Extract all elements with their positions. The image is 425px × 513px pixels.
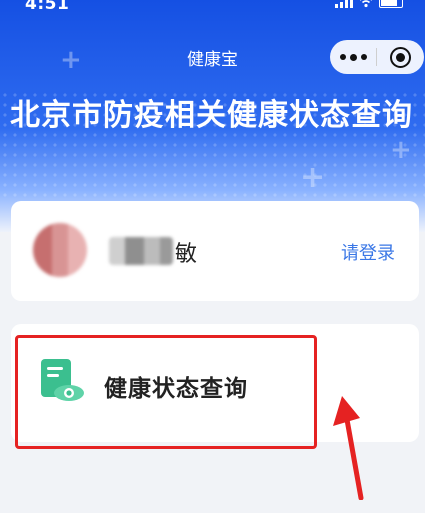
signal-icon (335, 0, 353, 8)
header-banner: + + + 4:51 健康宝 北京市防疫相关健康状态查询 (0, 0, 425, 232)
plus-decoration-icon: + (300, 160, 326, 195)
more-dots-icon[interactable] (330, 40, 376, 74)
battery-icon (379, 0, 403, 8)
user-name-visible-char: 敏 (175, 242, 198, 267)
user-name-blurred (109, 237, 173, 265)
status-icons (335, 0, 403, 8)
close-target-icon[interactable] (377, 40, 423, 74)
user-card[interactable]: 敏 请登录 (11, 201, 419, 301)
login-link[interactable]: 请登录 (341, 239, 395, 265)
status-bar: 4:51 (0, 0, 425, 14)
annotation-highlight-box (15, 335, 317, 449)
annotation-arrow-icon (320, 390, 380, 501)
mini-program-capsule (330, 40, 424, 74)
status-time: 4:51 (25, 0, 70, 14)
plus-decoration-icon: + (390, 135, 412, 165)
wifi-icon (359, 0, 373, 8)
avatar (33, 223, 87, 277)
page-title: 北京市防疫相关健康状态查询 (10, 98, 413, 133)
